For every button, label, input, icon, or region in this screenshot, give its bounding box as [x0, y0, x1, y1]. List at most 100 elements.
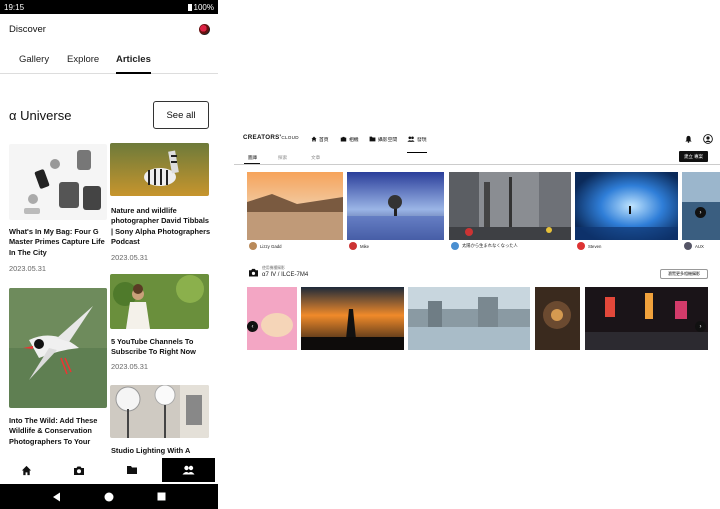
gallery-photo[interactable]: [449, 172, 571, 240]
avatar: [684, 242, 692, 250]
camera-photo[interactable]: [301, 287, 404, 350]
logo-suffix: CLOUD: [281, 135, 299, 140]
see-all-button[interactable]: See all: [153, 101, 209, 129]
camera-model-title[interactable]: α7 IV / ILCE-7M4: [262, 272, 308, 278]
article-image[interactable]: [9, 144, 107, 220]
article-image[interactable]: [9, 288, 107, 408]
avatar: [349, 242, 357, 250]
carousel-next-button[interactable]: ›: [695, 207, 706, 218]
article-image[interactable]: [110, 143, 209, 196]
avatar[interactable]: [199, 23, 210, 35]
nav-discover[interactable]: 發現: [407, 131, 427, 153]
recents-icon[interactable]: [157, 492, 166, 501]
nav-label: 發現: [417, 137, 427, 143]
camera-photo[interactable]: [247, 287, 297, 350]
home-icon: [311, 136, 317, 142]
tab-gallery[interactable]: Gallery: [19, 52, 49, 73]
create-project-button[interactable]: 建立 專案: [679, 151, 708, 162]
chevron-left-icon: ‹: [251, 323, 254, 330]
bell-icon[interactable]: [685, 135, 692, 143]
home-circle-icon[interactable]: [104, 492, 114, 502]
user-name: 太陽から生まれなくなった人: [462, 243, 518, 248]
nav-folder[interactable]: [106, 458, 159, 482]
user-name: AUX: [695, 243, 704, 249]
user-credit[interactable]: Steven: [577, 242, 601, 250]
nav-label: 首頁: [319, 137, 329, 143]
nav-camera[interactable]: [53, 458, 106, 482]
top-nav: CREATORS'CLOUD 首頁 相機 攝影空間 發現: [234, 131, 720, 153]
gallery-photo[interactable]: [347, 172, 444, 240]
article-title[interactable]: 5 YouTube Channels To Subscribe To Right…: [111, 337, 211, 358]
battery-icon: [187, 3, 192, 11]
article-title[interactable]: What's In My Bag: Four G Master Primes C…: [9, 227, 109, 258]
section-caption: 使用機種攝影: [262, 266, 285, 270]
app-logo[interactable]: CREATORS'CLOUD: [243, 134, 299, 141]
camera-photo[interactable]: [535, 287, 580, 350]
nav-label: 攝影空間: [378, 137, 398, 143]
user-credit[interactable]: 太陽から生まれなくなった人: [451, 242, 518, 250]
status-bar: 19:15 100%: [0, 0, 218, 14]
article-date: 2023.05.31: [9, 264, 46, 273]
section-title: α Universe: [9, 108, 72, 123]
battery-level: 100%: [193, 2, 214, 12]
carousel-prev-button[interactable]: ‹: [247, 321, 258, 332]
camera-icon: [74, 466, 85, 475]
article-title[interactable]: Into The Wild: Add These Wildlife & Cons…: [9, 416, 109, 447]
account-icon[interactable]: [703, 134, 713, 144]
nav-label: 相機: [349, 137, 359, 143]
camera-photo[interactable]: [585, 287, 708, 350]
phone-screen: 19:15 100% Discover Gallery Explore Arti…: [0, 0, 218, 509]
carousel-next-button[interactable]: ›: [695, 321, 706, 332]
home-icon: [21, 465, 31, 475]
article-date: 2023.05.31: [111, 253, 148, 262]
divider: [234, 164, 720, 165]
article-title[interactable]: Nature and wildlife photographer David T…: [111, 206, 211, 247]
user-name: Steven: [588, 243, 602, 249]
user-name: Lizzy Gadd: [260, 243, 282, 249]
desktop-screen: CREATORS'CLOUD 首頁 相機 攝影空間 發現 圖庫 探索 文章 建立…: [234, 125, 720, 365]
page-title: Discover: [9, 23, 46, 35]
user-credit[interactable]: AUX: [684, 242, 704, 250]
article-image[interactable]: [110, 274, 209, 329]
system-nav-bar: [0, 484, 218, 509]
back-icon[interactable]: [52, 492, 61, 502]
avatar: [249, 242, 257, 250]
tab-articles[interactable]: Articles: [116, 52, 151, 74]
nav-camera[interactable]: 相機: [340, 131, 359, 147]
article-image[interactable]: [110, 385, 209, 438]
see-more-camera-button[interactable]: 瀏覽更多相機攝影: [660, 269, 708, 279]
nav-home[interactable]: [0, 458, 53, 482]
camera-icon: [249, 268, 258, 277]
nav-home[interactable]: 首頁: [311, 131, 329, 147]
article-date: 2023.05.31: [111, 362, 148, 371]
camera-photo[interactable]: [408, 287, 530, 350]
battery-indicator: 100%: [187, 2, 214, 12]
bottom-nav: [0, 458, 218, 482]
subtab-gallery[interactable]: 圖庫: [248, 155, 257, 161]
gallery-photo[interactable]: [575, 172, 678, 240]
folder-icon: [369, 136, 376, 142]
gallery-photo[interactable]: [247, 172, 343, 240]
chevron-right-icon: ›: [699, 209, 702, 216]
article-title[interactable]: Studio Lighting With A: [111, 446, 211, 456]
discover-tabs: Gallery Explore Articles: [0, 52, 218, 74]
avatar: [451, 242, 459, 250]
avatar: [577, 242, 585, 250]
subtab-explore[interactable]: 探索: [278, 155, 287, 161]
gallery-photo[interactable]: [682, 172, 720, 240]
camera-icon: [340, 136, 347, 142]
logo-text: CREATORS': [243, 134, 282, 141]
user-credit[interactable]: Mike: [349, 242, 369, 250]
chevron-right-icon: ›: [699, 323, 702, 330]
user-credit[interactable]: Lizzy Gadd: [249, 242, 282, 250]
status-time: 19:15: [4, 2, 25, 12]
people-icon: [407, 136, 415, 142]
user-name: Mike: [360, 243, 370, 249]
people-icon: [182, 465, 195, 475]
app-header: Discover: [9, 20, 210, 38]
nav-folder[interactable]: 攝影空間: [369, 131, 397, 147]
folder-icon: [126, 466, 137, 474]
tab-explore[interactable]: Explore: [67, 52, 99, 73]
nav-discover[interactable]: [162, 458, 215, 482]
subtab-articles[interactable]: 文章: [311, 155, 320, 161]
